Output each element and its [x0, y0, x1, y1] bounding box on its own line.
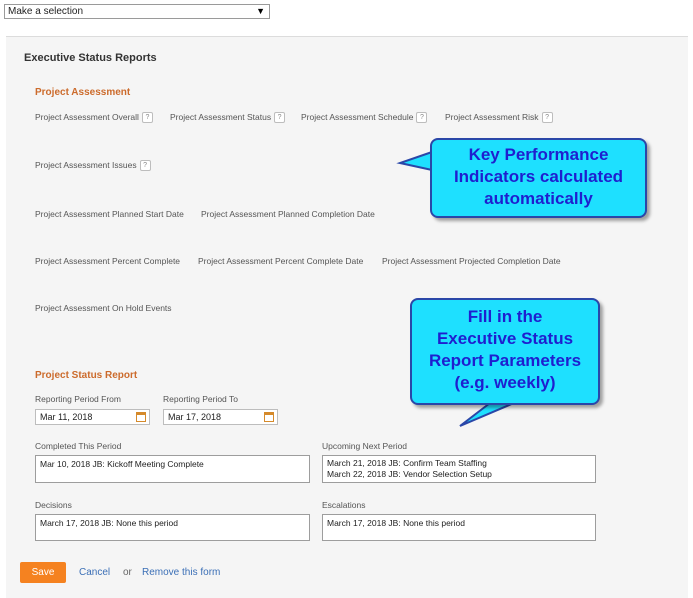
fill-parameters-callout: Fill in the Executive Status Report Para… [410, 298, 600, 405]
kpi-callout-pointer [396, 150, 433, 172]
callout-line: Report Parameters [428, 351, 582, 370]
callout-line: Indicators calculated [453, 167, 624, 186]
fill-callout-pointer [459, 402, 515, 427]
callout-line: Fill in the [467, 307, 543, 326]
callout-line: Key Performance [468, 145, 609, 164]
callout-line: (e.g. weekly) [454, 373, 556, 392]
callout-line: automatically [484, 189, 593, 208]
callout-line: Executive Status [436, 329, 574, 348]
kpi-callout: Key Performance Indicators calculated au… [430, 138, 647, 218]
